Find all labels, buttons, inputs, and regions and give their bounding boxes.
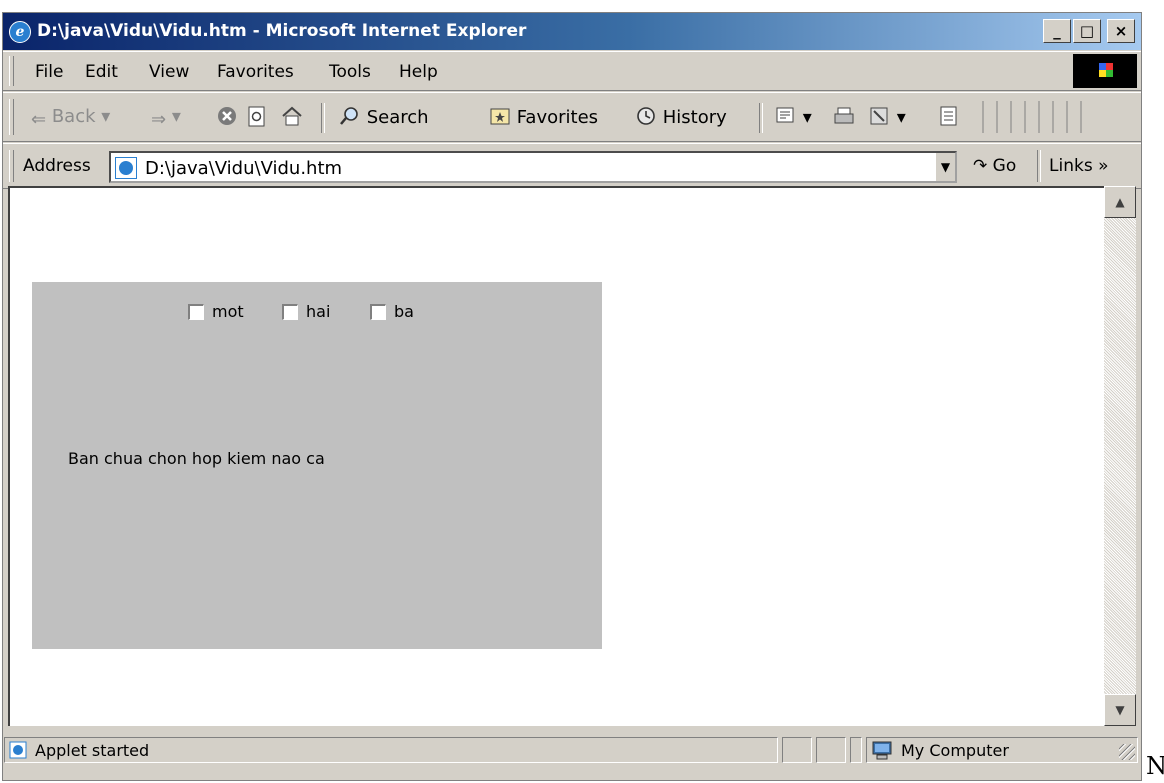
checkbox-box[interactable] [370,304,386,320]
java-applet: mot hai ba Ban chua chon hop kiem nao ca [32,282,602,649]
toolbar-separator [759,103,763,133]
status-text: Applet started [35,741,150,760]
checkbox-label: mot [212,302,244,321]
links-label: Links [1049,156,1093,176]
print-button[interactable] [833,106,855,128]
ie-page-icon [9,741,27,759]
mail-dropdown-icon[interactable]: ▾ [803,107,812,128]
checkbox-label: hai [306,302,331,321]
status-pane-empty [850,737,862,763]
windows-logo-icon [1073,54,1137,88]
menu-grip[interactable] [9,56,14,86]
edit-button[interactable]: ▾ [869,106,906,128]
search-label: Search [366,107,429,128]
window-title: D:\java\Vidu\Vidu.htm - Microsoft Intern… [37,21,527,41]
discuss-icon [940,106,957,126]
page-content: mot hai ba Ban chua chon hop kiem nao ca [8,186,1104,726]
forward-dropdown-icon[interactable]: ▾ [172,106,181,127]
checkbox-ba[interactable]: ba [370,302,414,321]
status-zone-pane: My Computer [866,737,1138,763]
print-icon [834,107,854,124]
history-icon [637,107,655,125]
menu-view[interactable]: View [149,62,189,82]
go-arrow-icon: ↷ [973,156,988,176]
address-separator [1037,150,1041,182]
search-button[interactable]: Search [339,106,429,128]
menu-file[interactable]: File [35,62,63,82]
status-pane-empty [782,737,812,763]
back-dropdown-icon[interactable]: ▾ [101,106,110,127]
refresh-icon [248,106,265,127]
mail-icon [776,107,794,123]
title-bar[interactable]: e D:\java\Vidu\Vidu.htm - Microsoft Inte… [3,13,1141,50]
address-label: Address [23,156,91,176]
edit-icon [870,107,888,125]
address-dropdown-icon[interactable]: ▼ [935,153,955,181]
favorites-label: Favorites [516,107,599,128]
history-button[interactable]: History [635,106,727,128]
stop-button[interactable] [217,106,237,128]
checkbox-label: ba [394,302,414,321]
history-label: History [662,107,727,128]
ie-icon[interactable]: e [9,21,31,43]
page-icon [115,157,137,179]
back-label: Back [51,106,96,127]
refresh-button[interactable] [247,106,267,130]
close-button[interactable]: × [1107,19,1135,43]
status-bar: Applet started My Computer [2,733,1142,767]
stop-icon [218,107,236,125]
my-computer-icon [872,741,892,760]
forward-arrow-icon: ⇒ [151,109,167,130]
menu-tools[interactable]: Tools [329,62,371,82]
menu-edit[interactable]: Edit [85,62,118,82]
status-pane-empty [816,737,846,763]
toolbar-separator [321,103,325,133]
applet-message: Ban chua chon hop kiem nao ca [68,449,325,468]
trailing-document-text: N [1146,752,1164,780]
search-icon [340,107,358,125]
forward-button[interactable]: ⇒ ▾ [151,106,181,130]
back-button[interactable]: ⇐ Back ▾ [31,106,110,130]
home-button[interactable] [281,106,303,128]
checkbox-mot[interactable]: mot [188,302,244,321]
address-value[interactable]: D:\java\Vidu\Vidu.htm [145,158,342,179]
toolbar-grip[interactable] [9,99,14,135]
address-bar: Address D:\java\Vidu\Vidu.htm ▼ ↷ Go Lin… [3,143,1141,189]
resize-grip-icon[interactable] [1119,744,1135,760]
scroll-down-icon[interactable]: ▼ [1104,694,1136,726]
status-main-pane: Applet started [4,737,778,763]
home-icon [282,106,302,126]
checkbox-hai[interactable]: hai [282,302,330,321]
status-zone: My Computer [901,741,1009,760]
minimize-button[interactable]: _ [1043,19,1071,43]
toolbar-chevron-area [979,99,1089,140]
checkbox-box[interactable] [282,304,298,320]
go-label: Go [992,156,1017,176]
go-button[interactable]: ↷ Go [973,156,1016,176]
address-grip[interactable] [9,150,14,182]
scroll-up-icon[interactable]: ▲ [1104,186,1136,218]
toolbar-grips-icon [982,101,1082,133]
menu-bar: File Edit View Favorites Tools Help [3,51,1141,91]
checkbox-box[interactable] [188,304,204,320]
menu-favorites[interactable]: Favorites [217,62,294,82]
chevron-right-icon[interactable]: » [1098,156,1108,176]
vertical-scrollbar[interactable]: ▲ ▼ [1104,186,1136,726]
standard-toolbar: ⇐ Back ▾ ⇒ ▾ Search Favorites History ▾ … [3,92,1141,142]
favorites-button[interactable]: Favorites [489,106,598,128]
edit-dropdown-icon[interactable]: ▾ [897,107,906,128]
discuss-button[interactable] [939,106,959,128]
favorites-icon [490,108,510,125]
menu-help[interactable]: Help [399,62,438,82]
links-button[interactable]: Links » [1049,156,1108,176]
mail-button[interactable]: ▾ [775,106,812,128]
address-input[interactable]: D:\java\Vidu\Vidu.htm ▼ [109,151,957,183]
back-arrow-icon: ⇐ [31,109,47,130]
maximize-button[interactable]: □ [1073,19,1101,43]
